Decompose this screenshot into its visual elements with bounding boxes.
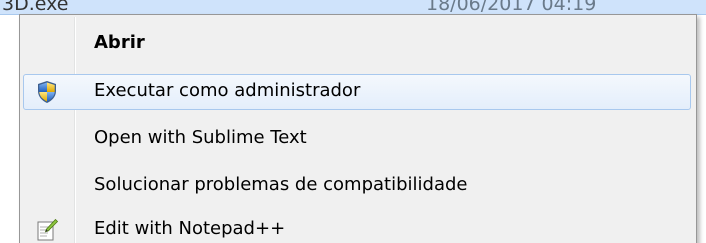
file-modified-date: 18/06/2017 04:19 [426, 0, 597, 15]
menu-item-open-with-sublime[interactable]: Open with Sublime Text [23, 121, 691, 157]
menu-item-label: Executar como administrador [94, 80, 361, 101]
file-list-row[interactable]: 3D.exe 18/06/2017 04:19 [0, 0, 706, 15]
menu-item-troubleshoot-compatibility[interactable]: Solucionar problemas de compatibilidade [23, 168, 691, 204]
uac-shield-icon [35, 80, 59, 104]
explorer-window: 3D.exe 18/06/2017 04:19 Abrir Executar c… [0, 0, 706, 243]
menu-item-edit-with-notepad-plus-plus[interactable]: Edit with Notepad++ [23, 212, 691, 243]
notepad-plus-plus-icon [35, 218, 59, 242]
menu-item-run-as-administrator[interactable]: Executar como administrador [23, 74, 691, 110]
context-menu: Abrir Executar como administrador Open w… [19, 14, 697, 243]
menu-item-label: Solucionar problemas de compatibilidade [94, 174, 468, 195]
menu-item-label: Open with Sublime Text [94, 127, 307, 148]
menu-item-label: Edit with Notepad++ [94, 218, 286, 239]
file-name: 3D.exe [2, 0, 69, 15]
menu-item-label: Abrir [94, 32, 145, 53]
menu-item-open[interactable]: Abrir [23, 26, 691, 62]
